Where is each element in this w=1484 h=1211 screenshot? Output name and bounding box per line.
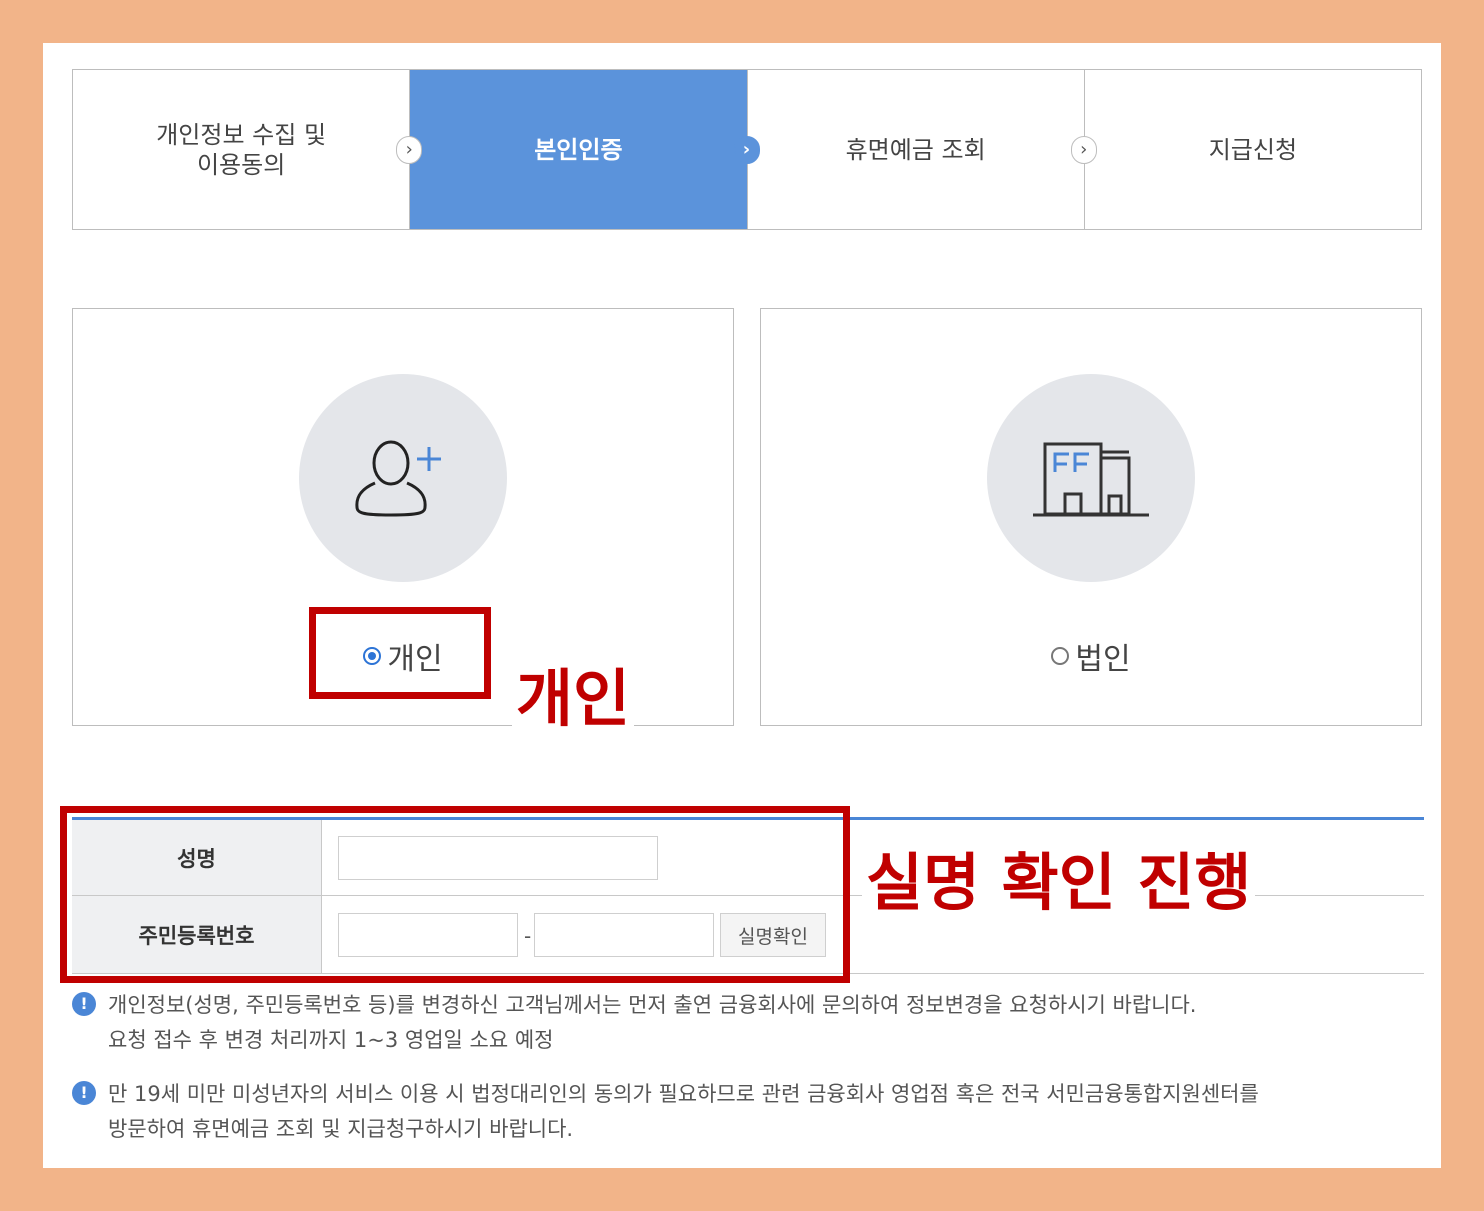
notice-info-change: ! 개인정보(성명, 주민등록번호 등)를 변경하신 고객님께서는 먼저 출연 … <box>72 988 1424 1058</box>
notice-line: 만 19세 미만 미성년자의 서비스 이용 시 법정대리인의 동의가 필요하므로… <box>108 1082 1259 1106</box>
step-payment-label: 지급신청 <box>1208 135 1298 164</box>
name-label: 성명 <box>72 820 322 895</box>
notice-line: 요청 접수 후 변경 처리까지 1~3 영업일 소요 예정 <box>108 1028 554 1052</box>
verify-name-button[interactable]: 실명확인 <box>720 913 826 957</box>
step-identity-verification: 본인인증 › <box>410 70 760 229</box>
personal-label: 개인 <box>387 642 443 677</box>
exclamation-icon: ! <box>72 992 96 1016</box>
rrn-separator: - <box>524 924 532 948</box>
building-icon <box>1033 442 1149 517</box>
name-input[interactable] <box>338 836 658 880</box>
step-dormant-inquiry: 휴면예금 조회 › <box>748 70 1097 229</box>
personal-annotation: 개인 <box>512 668 635 730</box>
corporate-radio[interactable] <box>1051 647 1070 665</box>
rrn-front-input[interactable] <box>338 913 518 957</box>
corporate-radio-row[interactable]: 법인 <box>761 634 1421 678</box>
exclamation-icon: ! <box>72 1081 96 1105</box>
corporate-type-card[interactable]: 법인 <box>760 308 1422 726</box>
personal-radio[interactable] <box>363 647 382 665</box>
step-payment-request: 지급신청 <box>1085 70 1421 229</box>
step-dormant-label: 휴면예금 조회 <box>845 135 986 164</box>
corporate-icon-circle <box>987 374 1195 582</box>
person-add-icon <box>355 440 441 517</box>
rrn-back-input[interactable] <box>534 913 714 957</box>
personal-type-card[interactable]: 개인 <box>72 308 734 726</box>
step-identity-label: 본인인증 <box>534 135 623 164</box>
notice-line: 개인정보(성명, 주민등록번호 등)를 변경하신 고객님께서는 먼저 출연 금융… <box>108 993 1197 1017</box>
chevron-right-icon: › <box>733 135 760 164</box>
step-consent-line1: 개인정보 수집 및 <box>156 120 327 149</box>
personal-icon-circle <box>299 374 507 582</box>
step-consent: 개인정보 수집 및 이용동의 › <box>73 70 423 229</box>
notice-minor: ! 만 19세 미만 미성년자의 서비스 이용 시 법정대리인의 동의가 필요하… <box>72 1077 1424 1147</box>
step-consent-line2: 이용동의 <box>196 150 286 179</box>
progress-steps: 개인정보 수집 및 이용동의 › 본인인증 › 휴면예금 조회 › 지급신청 <box>72 69 1422 230</box>
form-annotation: 실명 확인 진행 <box>862 852 1256 914</box>
notice-line: 방문하여 휴면예금 조회 및 지급청구하시기 바랍니다. <box>108 1117 574 1141</box>
rrn-label: 주민등록번호 <box>72 896 322 973</box>
corporate-label: 법인 <box>1075 642 1131 677</box>
chevron-right-icon: › <box>396 135 423 164</box>
chevron-right-icon: › <box>1070 135 1097 164</box>
